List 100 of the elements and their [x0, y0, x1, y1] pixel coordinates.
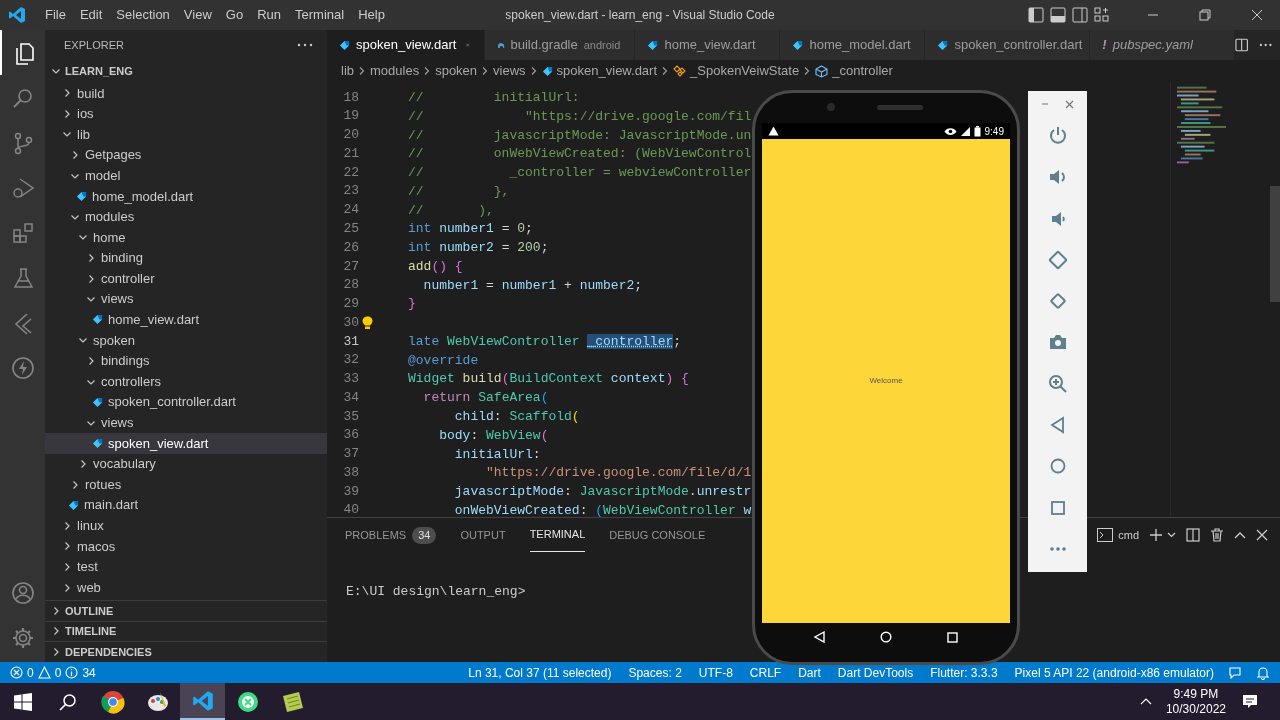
- chevron-up-icon[interactable]: [1234, 530, 1246, 540]
- status-item[interactable]: Dart DevTools: [837, 663, 914, 682]
- notepad-icon[interactable]: [280, 689, 305, 714]
- lightbulb-icon[interactable]: [361, 315, 373, 330]
- editor-tab[interactable]: build.gradle android: [484, 30, 636, 60]
- tree-item[interactable]: main.dart: [45, 494, 327, 516]
- status-item[interactable]: Ln 31, Col 37 (11 selected): [468, 663, 612, 682]
- tree-item[interactable]: home_model.dart: [45, 185, 327, 207]
- section-header[interactable]: OUTLINE: [45, 599, 327, 621]
- tree-item[interactable]: model: [45, 165, 327, 186]
- tree-item[interactable]: spoken: [45, 330, 327, 351]
- plus-icon[interactable]: [1149, 528, 1163, 542]
- chevron-down-icon[interactable]: [1167, 532, 1176, 538]
- overview-icon[interactable]: [947, 631, 959, 643]
- trash-icon[interactable]: [1210, 528, 1224, 542]
- editor-tab[interactable]: ! pubspec.yaml: [1090, 30, 1236, 60]
- status-item[interactable]: Dart: [798, 663, 821, 682]
- more-icon[interactable]: [297, 41, 313, 49]
- panel-tab[interactable]: OUTPUT: [460, 518, 506, 552]
- zoom-icon[interactable]: [1047, 373, 1068, 394]
- status-item[interactable]: Spaces: 2: [628, 663, 682, 682]
- tree-item[interactable]: views: [45, 412, 327, 434]
- layout-icon[interactable]: [1072, 7, 1088, 23]
- tree-item[interactable]: binding: [45, 247, 327, 269]
- power-icon[interactable]: [1047, 126, 1068, 146]
- menu-item[interactable]: Run: [250, 5, 288, 25]
- bell-icon[interactable]: [1256, 665, 1270, 680]
- section-header[interactable]: TIMELINE: [45, 620, 327, 642]
- settings-icon[interactable]: [10, 625, 35, 650]
- feedback-icon[interactable]: [1228, 665, 1242, 680]
- status-item[interactable]: UTF-8: [698, 663, 733, 682]
- split-editor-icon[interactable]: [1235, 38, 1249, 52]
- panel-tab[interactable]: PROBLEMS 34: [345, 518, 437, 552]
- lightning-icon[interactable]: [10, 355, 35, 380]
- scrollbar-thumb[interactable]: [1270, 186, 1280, 302]
- tree-item[interactable]: linux: [45, 515, 327, 537]
- menu-item[interactable]: View: [176, 5, 219, 25]
- menu-item[interactable]: File: [38, 5, 73, 25]
- taskbar-date[interactable]: 10/30/2022: [1165, 701, 1226, 717]
- layout-icon[interactable]: [1028, 7, 1044, 23]
- breadcrumb[interactable]: spoken_view.dart: [541, 61, 658, 81]
- panel-tab[interactable]: DEBUG CONSOLE: [609, 518, 706, 552]
- rotate-right-icon[interactable]: [1047, 291, 1068, 312]
- home-icon[interactable]: [880, 631, 892, 643]
- tree-item[interactable]: test: [45, 556, 327, 578]
- status-item[interactable]: Flutter: 3.3.3: [930, 663, 998, 682]
- editor-tab[interactable]: spoken_controller.dart: [925, 30, 1091, 60]
- windows-start-icon[interactable]: [13, 692, 32, 711]
- menu-item[interactable]: Edit: [72, 5, 110, 25]
- terminal-selector[interactable]: cmd: [1097, 526, 1139, 544]
- breadcrumb[interactable]: views: [493, 61, 526, 81]
- tree-item[interactable]: rotues: [45, 474, 327, 495]
- project-header[interactable]: LEARN_ENG: [45, 60, 327, 82]
- tree-item[interactable]: Getpages: [45, 144, 327, 166]
- breadcrumb[interactable]: modules: [370, 61, 420, 81]
- layout-icon[interactable]: [1050, 7, 1066, 23]
- rotate-left-icon[interactable]: [1047, 249, 1068, 270]
- tree-item[interactable]: home_view.dart: [45, 309, 327, 331]
- panel-tab[interactable]: TERMINAL: [529, 518, 586, 552]
- split-icon[interactable]: [1186, 528, 1200, 542]
- status-item[interactable]: CRLF: [749, 663, 782, 682]
- tree-item[interactable]: spoken_view.dart: [45, 433, 327, 454]
- editor-tab[interactable]: home_view.dart: [635, 30, 781, 60]
- tree-item[interactable]: controllers: [45, 371, 327, 392]
- editor-tab[interactable]: spoken_view.dart: [327, 30, 485, 60]
- tree-item[interactable]: macos: [45, 536, 327, 557]
- menu-item[interactable]: Go: [218, 5, 251, 25]
- breadcrumb[interactable]: _controller: [815, 61, 893, 81]
- editor-tab[interactable]: home_model.dart: [780, 30, 926, 60]
- notification-icon[interactable]: [1242, 694, 1258, 709]
- breadcrumb[interactable]: lib: [341, 61, 354, 81]
- breadcrumb[interactable]: spoken: [435, 61, 478, 81]
- tree-item[interactable]: views: [45, 288, 327, 310]
- menu-item[interactable]: Terminal: [288, 5, 352, 25]
- back-icon[interactable]: [813, 631, 825, 643]
- menu-item[interactable]: Selection: [109, 5, 177, 25]
- account-icon[interactable]: [10, 580, 35, 605]
- tree-item[interactable]: modules: [45, 206, 327, 228]
- search-icon[interactable]: [58, 692, 77, 711]
- taskbar-time[interactable]: 9:49 PM: [1173, 686, 1219, 702]
- tree-item[interactable]: bindings: [45, 350, 327, 372]
- tree-item[interactable]: web: [45, 577, 327, 598]
- tree-item[interactable]: home: [45, 227, 327, 248]
- tree-item[interactable]: controller: [45, 268, 327, 289]
- chevron-up-icon[interactable]: [1139, 697, 1152, 706]
- status-item[interactable]: Pixel 5 API 22 (android-x86 emulator): [1014, 663, 1214, 682]
- run-debug-icon[interactable]: [10, 175, 35, 200]
- breadcrumb[interactable]: _SpokenVeiwState: [673, 61, 800, 81]
- tree-item[interactable]: ios: [45, 103, 327, 125]
- browser-icon[interactable]: [100, 689, 125, 714]
- problems-status[interactable]: 0 0 34: [10, 663, 96, 682]
- menu-item[interactable]: Help: [351, 5, 392, 25]
- close-icon[interactable]: [1256, 529, 1268, 541]
- extensions-icon[interactable]: [10, 220, 35, 245]
- app-icon[interactable]: [235, 689, 260, 714]
- tree-item[interactable]: vocabulary: [45, 453, 327, 475]
- tree-item[interactable]: lib: [45, 124, 327, 145]
- tree-item[interactable]: spoken_controller.dart: [45, 391, 327, 413]
- more-icon[interactable]: [1258, 41, 1272, 49]
- layout-icon[interactable]: [1094, 7, 1110, 23]
